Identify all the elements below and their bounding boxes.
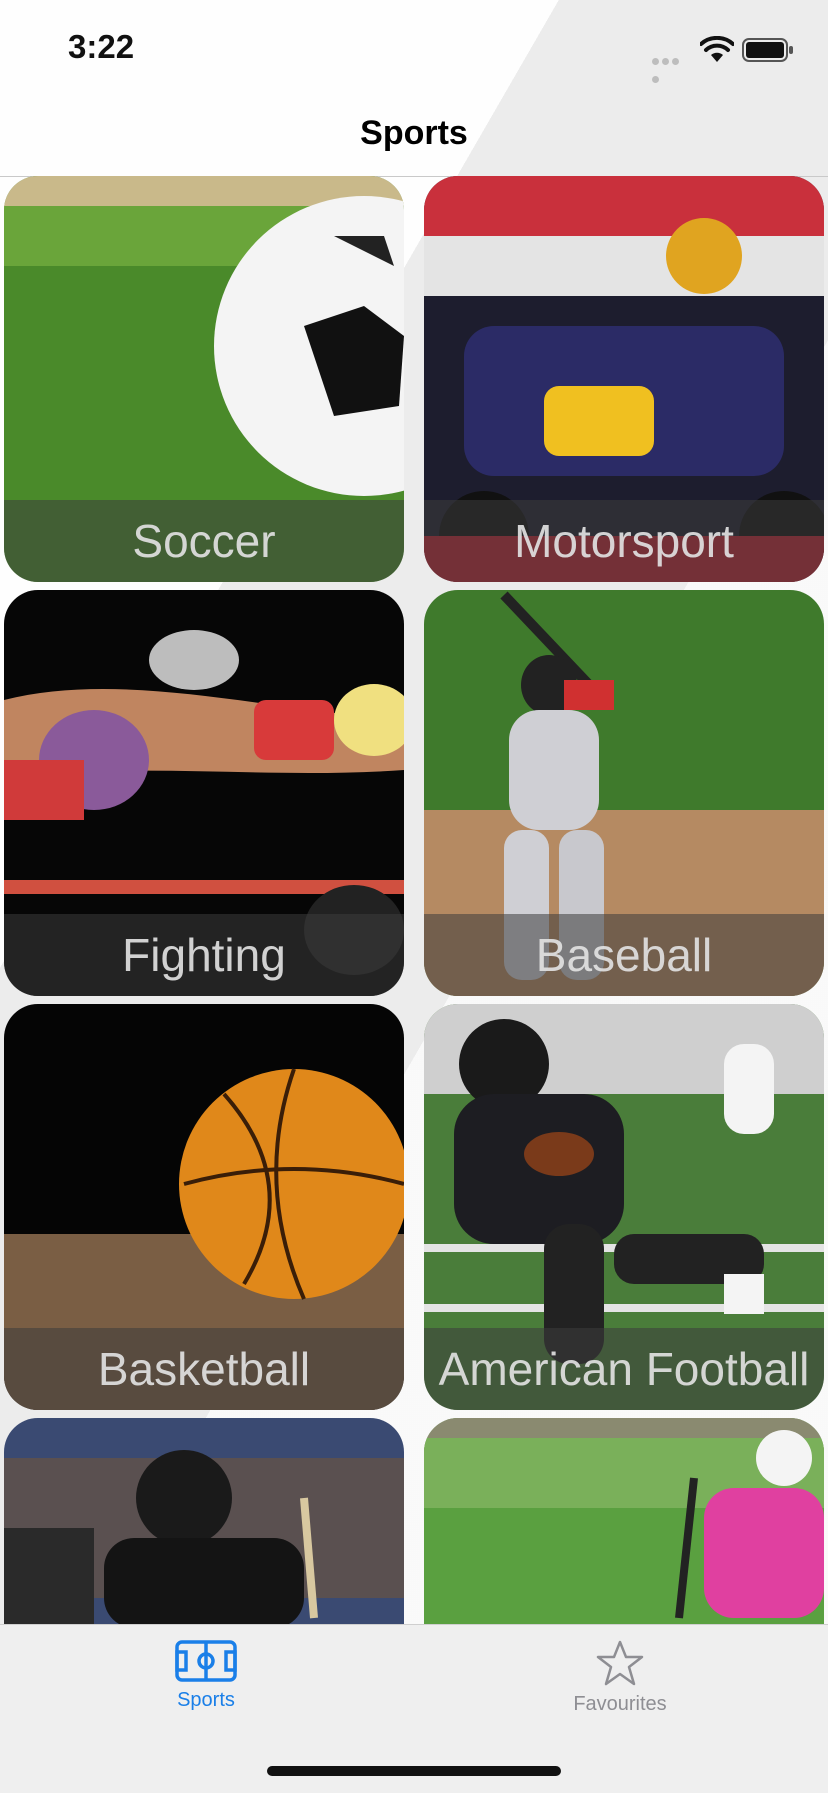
sport-tile-baseball[interactable]: Baseball [424, 590, 824, 996]
navigation-bar: Sports [0, 100, 828, 177]
page-title: Sports [360, 114, 468, 152]
tile-label: Baseball [535, 929, 713, 981]
sport-tile-7[interactable] [4, 1418, 404, 1624]
status-time: 3:22 [68, 28, 135, 65]
tile-label: American Football [438, 1343, 810, 1395]
sport-tile-motorsport[interactable]: Motorsport [424, 176, 824, 582]
home-indicator[interactable] [267, 1766, 561, 1776]
wifi-icon [700, 36, 734, 62]
tile-label: Basketball [97, 1343, 311, 1395]
tab-label: Sports [177, 1689, 235, 1711]
tab-label: Favourites [573, 1693, 667, 1715]
tile-label: Motorsport [514, 515, 734, 567]
sport-tile-american-football[interactable]: American Football [424, 1004, 824, 1410]
star-icon [596, 1640, 644, 1686]
sport-tile-soccer[interactable]: Soccer [4, 176, 404, 582]
tile-label: Fighting [122, 929, 286, 981]
battery-icon [742, 38, 793, 62]
stadium-field-icon [175, 1640, 237, 1682]
tile-label: Soccer [132, 515, 276, 567]
tab-favourites[interactable]: Favourites [520, 1639, 720, 1739]
hockey-photo [4, 1418, 404, 1624]
golf-photo [424, 1418, 824, 1624]
sport-tile-fighting[interactable]: Fighting [4, 590, 404, 996]
cellular-signal-icon [652, 52, 690, 83]
sports-grid[interactable]: Soccer Motorsport Fighting Baseball Bask… [0, 176, 828, 1624]
sport-tile-basketball[interactable]: Basketball [4, 1004, 404, 1410]
sport-tile-8[interactable] [424, 1418, 824, 1624]
status-bar: 3:22 [0, 0, 828, 100]
tab-sports[interactable]: Sports [106, 1639, 306, 1739]
